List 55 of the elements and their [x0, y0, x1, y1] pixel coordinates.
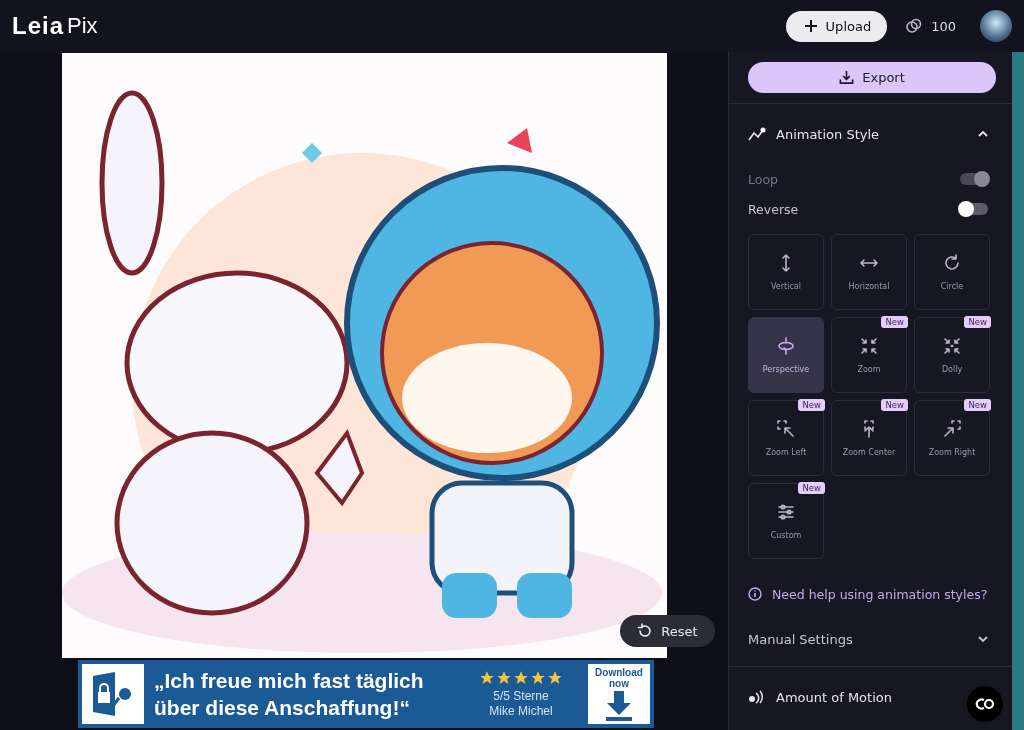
- undo-icon: [637, 623, 654, 639]
- product-name: Pix: [67, 13, 98, 39]
- logo[interactable]: Leia: [12, 12, 65, 40]
- motion-icon: [748, 690, 766, 704]
- star-icon: [547, 669, 563, 686]
- style-tile[interactable]: Horizontal: [831, 234, 907, 310]
- plus-icon: [803, 19, 818, 33]
- curve-icon: [748, 127, 766, 141]
- style-tile[interactable]: Perspective: [748, 317, 824, 393]
- credits-count: 100: [931, 18, 956, 34]
- zoom-right-icon: [942, 419, 962, 439]
- info-icon: [748, 587, 762, 601]
- style-tile[interactable]: Vertical: [748, 234, 824, 310]
- style-tile[interactable]: New Dolly: [914, 317, 990, 393]
- export-button[interactable]: Export: [748, 62, 996, 93]
- toggle-switch[interactable]: [960, 203, 988, 215]
- zoom-left-icon: [776, 419, 796, 439]
- zoom-icon: [859, 336, 879, 356]
- chat-icon[interactable]: [967, 686, 1003, 722]
- ad-banner[interactable]: „Ich freue mich fast täglich über diese Anschaffung!“ 5/5 Sterne Mike Michel Download now: [78, 660, 654, 728]
- help-link[interactable]: Need help using animation styles?: [772, 586, 988, 602]
- style-tile[interactable]: New Custom: [748, 483, 824, 559]
- new-badge: New: [798, 482, 825, 494]
- dolly-icon: [942, 336, 962, 356]
- new-badge: New: [964, 316, 991, 328]
- star-icon: [496, 669, 512, 686]
- perspective-icon: [776, 336, 796, 356]
- ad-author: Mike Michel: [489, 703, 553, 719]
- coins-icon: [905, 18, 924, 34]
- style-tile[interactable]: Circle: [914, 234, 990, 310]
- star-icon: [530, 669, 546, 686]
- section-header[interactable]: Amount of Motion: [729, 667, 1012, 727]
- ad-headline: über diese Anschaffung!“: [154, 695, 411, 721]
- upload-button[interactable]: Upload: [785, 10, 888, 42]
- new-badge: New: [881, 316, 908, 328]
- new-badge: New: [964, 399, 991, 411]
- ad-rating: 5/5 Sterne: [493, 688, 549, 704]
- new-badge: New: [798, 399, 825, 411]
- custom-icon: [776, 502, 796, 522]
- star-icon: [513, 669, 529, 686]
- section-header[interactable]: Animation Style: [729, 104, 1012, 164]
- star-icon: [479, 669, 495, 686]
- style-tile[interactable]: New Zoom: [831, 317, 907, 393]
- style-tile[interactable]: New Zoom Left: [748, 400, 824, 476]
- new-badge: New: [881, 399, 908, 411]
- style-tile[interactable]: New Zoom Right: [914, 400, 990, 476]
- download-button[interactable]: Download now: [588, 664, 650, 724]
- ad-headline: „Ich freue mich fast täglich: [154, 668, 425, 694]
- download-icon: [839, 70, 855, 85]
- style-tile[interactable]: New Zoom Center: [831, 400, 907, 476]
- toggle-label: Reverse: [748, 201, 799, 217]
- avatar[interactable]: [980, 10, 1012, 42]
- toggle-label: Loop: [748, 171, 778, 187]
- reset-button[interactable]: Reset: [620, 615, 715, 647]
- section-header[interactable]: Manual Settings: [729, 612, 1012, 666]
